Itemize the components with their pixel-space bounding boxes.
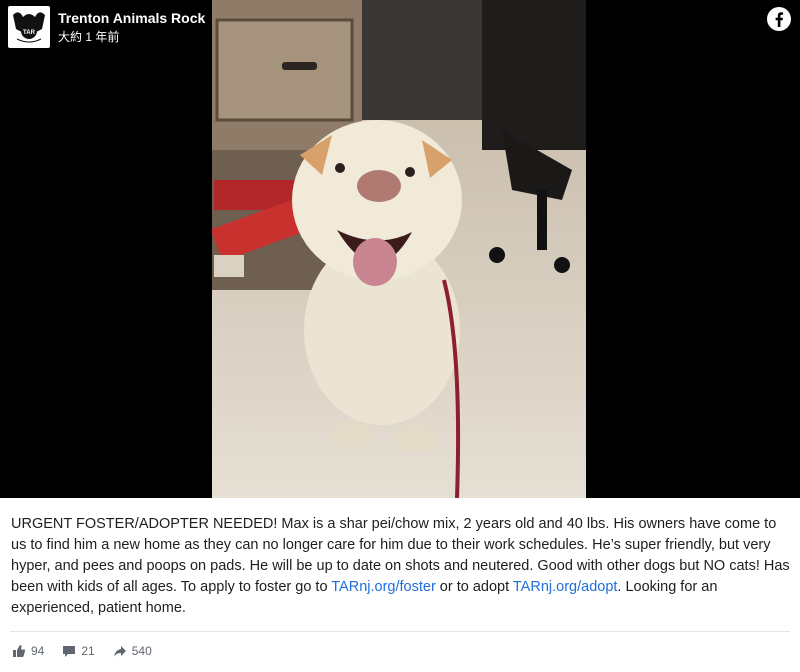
page-name-link[interactable]: Trenton Animals Rock xyxy=(58,9,205,27)
likes-stat[interactable]: 94 xyxy=(12,644,44,658)
dog-photo[interactable] xyxy=(212,0,586,498)
post-timestamp[interactable]: 大約 1 年前 xyxy=(58,29,205,45)
tar-logo-icon: TAR xyxy=(9,7,49,47)
post-caption: URGENT FOSTER/ADOPTER NEEDED! Max is a s… xyxy=(11,514,791,619)
tar-logo-text: TAR xyxy=(23,30,36,36)
dog-photo-illustration xyxy=(212,0,586,498)
engagement-stats: 94 21 540 xyxy=(12,644,152,658)
shares-stat[interactable]: 540 xyxy=(113,644,152,658)
caption-text-2: or to adopt xyxy=(435,579,513,595)
comment-icon xyxy=(63,646,76,657)
page-avatar[interactable]: TAR xyxy=(8,6,50,48)
share-icon xyxy=(113,646,126,657)
facebook-logo-icon[interactable] xyxy=(766,6,792,37)
thumbs-up-icon xyxy=(13,645,26,657)
likes-count: 94 xyxy=(31,644,45,658)
comments-count: 21 xyxy=(81,644,95,658)
comments-stat[interactable]: 21 xyxy=(62,644,95,658)
post-media[interactable]: TAR Trenton Animals Rock 大約 1 年前 xyxy=(0,0,800,498)
shares-count: 540 xyxy=(131,644,152,658)
foster-link[interactable]: TARnj.org/foster xyxy=(331,579,436,595)
post-meta: Trenton Animals Rock 大約 1 年前 xyxy=(58,9,205,45)
divider xyxy=(10,631,790,632)
post-header: TAR Trenton Animals Rock 大約 1 年前 xyxy=(8,6,205,48)
adopt-link[interactable]: TARnj.org/adopt xyxy=(513,579,618,595)
